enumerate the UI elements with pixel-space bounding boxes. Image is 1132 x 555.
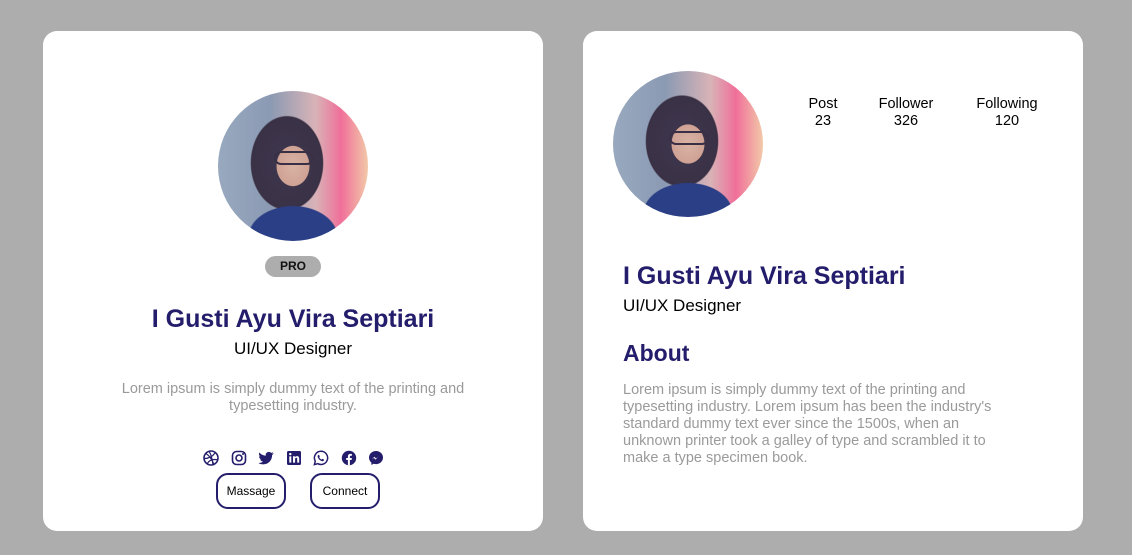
messenger-icon[interactable] (367, 449, 385, 467)
avatar (613, 71, 763, 217)
stat-value: 23 (814, 113, 832, 129)
avatar (218, 91, 368, 241)
stat-label: Post (808, 96, 838, 112)
about-text: Lorem ipsum is simply dummy text of the … (623, 382, 992, 466)
stat-post: Post 23 (801, 96, 845, 130)
dribbble-icon[interactable] (202, 449, 220, 467)
stat-value: 326 (893, 113, 919, 129)
about-heading: About (623, 340, 690, 366)
profile-role: UI/UX Designer (233, 339, 353, 358)
profile-name: I Gusti Ayu Vira Septiari (151, 305, 435, 333)
message-button[interactable]: Massage (216, 473, 286, 509)
social-links (202, 449, 385, 467)
stat-following: Following 120 (968, 96, 1046, 130)
stat-label: Follower (878, 96, 934, 112)
stat-follower: Follower 326 (871, 96, 941, 130)
twitter-icon[interactable] (257, 449, 275, 467)
profile-name: I Gusti Ayu Vira Septiari (623, 262, 906, 290)
pro-badge: PRO (265, 256, 321, 277)
stat-label: Following (976, 96, 1038, 112)
instagram-icon[interactable] (230, 449, 248, 467)
connect-button[interactable]: Connect (310, 473, 380, 509)
whatsapp-icon[interactable] (312, 449, 330, 467)
profile-card-compact: PRO I Gusti Ayu Vira Septiari UI/UX Desi… (43, 31, 543, 531)
linkedin-icon[interactable] (285, 449, 303, 467)
profile-role: UI/UX Designer (623, 296, 742, 315)
profile-description: Lorem ipsum is simply dummy text of the … (121, 381, 465, 414)
profile-card-detailed: Post 23 Follower 326 Following 120 I Gus… (583, 31, 1083, 531)
facebook-icon[interactable] (340, 449, 358, 467)
stat-value: 120 (994, 113, 1020, 129)
